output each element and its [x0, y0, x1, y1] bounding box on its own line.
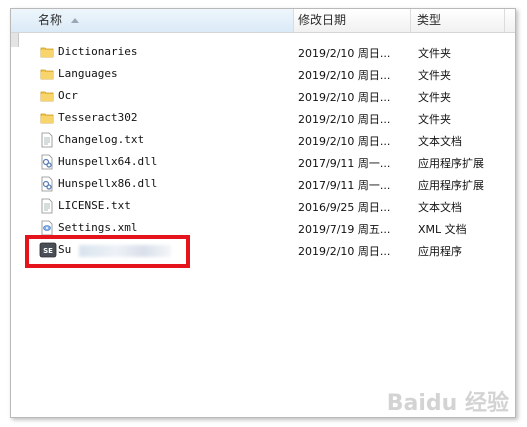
text-file-icon — [39, 132, 55, 148]
folder-icon — [39, 44, 55, 60]
file-date: 2016/9/25 周日... — [298, 201, 391, 214]
file-name: Tesseract302 — [58, 111, 138, 124]
file-type: 文件夹 — [418, 69, 451, 82]
file-type: XML 文档 — [418, 223, 467, 236]
column-header-date-label: 修改日期 — [298, 13, 347, 27]
column-header-type[interactable]: 类型 — [411, 9, 505, 32]
file-date: 2019/2/10 周日... — [298, 47, 391, 60]
file-date: 2019/2/10 周日... — [298, 91, 391, 104]
file-type: 应用程序 — [418, 245, 462, 258]
file-name: Settings.xml — [58, 221, 138, 234]
xml-file-icon — [39, 220, 55, 236]
file-row[interactable]: Ocr 2019/2/10 周日... 文件夹 — [11, 86, 515, 108]
file-date: 2019/7/19 周五... — [298, 223, 391, 236]
folder-icon — [39, 88, 55, 104]
file-date: 2019/2/10 周日... — [298, 113, 391, 126]
folder-icon — [39, 110, 55, 126]
file-type: 应用程序扩展 — [418, 157, 484, 170]
column-header-date[interactable]: 修改日期 — [294, 9, 411, 32]
column-header-bar: 名称 修改日期 类型 — [11, 9, 515, 33]
red-highlight-box — [25, 235, 190, 268]
file-type: 文本文档 — [418, 201, 462, 214]
file-row[interactable]: LICENSE.txt 2016/9/25 周日... 文本文档 — [11, 196, 515, 218]
file-type: 文件夹 — [418, 47, 451, 60]
column-header-type-label: 类型 — [417, 13, 442, 27]
dll-file-icon — [39, 154, 55, 170]
file-row[interactable]: Hunspellx86.dll 2017/9/11 周一... 应用程序扩展 — [11, 174, 515, 196]
file-type: 应用程序扩展 — [418, 179, 484, 192]
file-name: Hunspellx86.dll — [58, 177, 158, 190]
dll-file-icon — [39, 176, 55, 192]
file-date: 2019/2/10 周日... — [298, 69, 391, 82]
file-date: 2019/2/10 周日... — [298, 135, 391, 148]
file-type: 文件夹 — [418, 113, 451, 126]
text-file-icon — [39, 198, 55, 214]
file-row[interactable]: Hunspellx64.dll 2017/9/11 周一... 应用程序扩展 — [11, 152, 515, 174]
file-name: Changelog.txt — [58, 133, 145, 146]
file-type: 文本文档 — [418, 135, 462, 148]
file-date: 2019/2/10 周日... — [298, 245, 391, 258]
file-name: Ocr — [58, 89, 78, 102]
file-name: LICENSE.txt — [58, 199, 131, 212]
file-name: Hunspellx64.dll — [58, 155, 158, 168]
file-row[interactable]: Tesseract302 2019/2/10 周日... 文件夹 — [11, 108, 515, 130]
file-date: 2017/9/11 周一... — [298, 157, 391, 170]
file-type: 文件夹 — [418, 91, 451, 104]
watermark: Baidu 经验 — [386, 391, 509, 416]
file-list-window: 名称 修改日期 类型 Dictionaries 2019/2/10 周日... 文件… — [10, 8, 516, 418]
column-header-name-label: 名称 — [38, 13, 63, 27]
column-header-name[interactable]: 名称 — [11, 9, 294, 32]
file-row[interactable]: Dictionaries 2019/2/10 周日... 文件夹 — [11, 42, 515, 64]
file-name: Dictionaries — [58, 45, 138, 58]
sort-ascending-icon — [71, 18, 79, 23]
folder-icon — [39, 66, 55, 82]
file-row[interactable]: Languages 2019/2/10 周日... 文件夹 — [11, 64, 515, 86]
file-row[interactable]: Changelog.txt 2019/2/10 周日... 文本文档 — [11, 130, 515, 152]
file-name: Languages — [58, 67, 118, 80]
file-date: 2017/9/11 周一... — [298, 179, 391, 192]
